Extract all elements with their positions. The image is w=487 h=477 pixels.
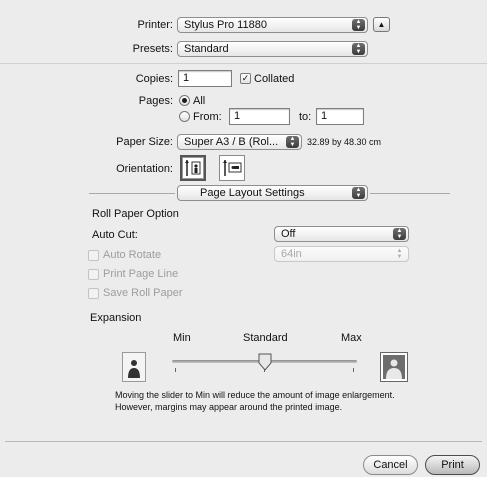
pages-from-label: From: [193, 111, 222, 123]
disclosure-button[interactable]: ▲ [373, 17, 390, 32]
portrait-icon [185, 160, 201, 176]
bottom-separator [5, 441, 482, 442]
pages-to-field[interactable]: 1 [316, 108, 364, 125]
popup-arrows-icon: ▲ ▼ [396, 248, 403, 260]
presets-value: Standard [184, 43, 229, 55]
expansion-slider[interactable] [172, 353, 357, 373]
popup-arrows-icon: ▲ ▼ [352, 187, 365, 199]
auto-rotate-checkbox[interactable] [88, 250, 99, 261]
popup-arrows-icon: ▲ ▼ [352, 19, 365, 31]
orientation-label: Orientation: [116, 163, 173, 175]
cancel-button[interactable]: Cancel [363, 455, 418, 475]
expansion-max-label: Max [341, 332, 362, 344]
pages-all-radio[interactable] [179, 95, 190, 106]
landscape-icon [223, 160, 242, 176]
pages-all-label: All [193, 95, 206, 107]
expansion-title: Expansion [90, 312, 142, 324]
paper-size-label: Paper Size: [116, 136, 173, 148]
print-button[interactable]: Print [425, 455, 480, 475]
slider-knob[interactable] [258, 353, 272, 371]
pages-label: Pages: [138, 95, 173, 107]
paper-size-value: Super A3 / B (Rol... [184, 136, 279, 148]
copies-field[interactable]: 1 [178, 70, 232, 87]
presets-popup[interactable]: Standard ▲ ▼ [177, 41, 368, 57]
landscape-orientation-button[interactable] [219, 155, 245, 181]
paper-size-popup[interactable]: Super A3 / B (Rol... ▲ ▼ [177, 134, 302, 150]
auto-cut-value: Off [281, 228, 296, 240]
popup-arrows-icon: ▲ ▼ [393, 228, 406, 240]
pages-from-radio[interactable] [179, 111, 190, 122]
roll-width-value: 64in [281, 248, 302, 260]
top-separator [0, 63, 487, 64]
paper-size-dimensions: 32.89 by 48.30 cm [307, 137, 382, 147]
print-page-line-label: Print Page Line [103, 268, 179, 280]
expansion-description-1: Moving the slider to Min will reduce the… [115, 390, 395, 400]
popup-arrows-icon: ▲ ▼ [286, 136, 299, 148]
save-roll-paper-checkbox[interactable] [88, 288, 99, 299]
pages-from-field[interactable]: 1 [229, 108, 290, 125]
disclosure-up-icon: ▲ [377, 20, 386, 29]
save-roll-paper-label: Save Roll Paper [103, 287, 183, 299]
printer-popup[interactable]: Stylus Pro 11880 ▲ ▼ [177, 17, 368, 33]
roll-paper-title: Roll Paper Option [92, 208, 179, 220]
printer-value: Stylus Pro 11880 [184, 19, 267, 31]
expansion-min-label: Min [173, 332, 191, 344]
portrait-orientation-button[interactable] [180, 155, 206, 181]
section-line-right [370, 193, 450, 194]
expansion-description-2: However, margins may appear around the p… [115, 402, 343, 412]
presets-label: Presets: [132, 43, 173, 55]
printer-label: Printer: [137, 19, 173, 31]
pages-to-label: to: [299, 111, 312, 123]
auto-cut-popup[interactable]: Off ▲ ▼ [274, 226, 409, 242]
auto-rotate-label: Auto Rotate [103, 249, 162, 261]
popup-arrows-icon: ▲ ▼ [352, 43, 365, 55]
copies-label: Copies: [135, 73, 173, 85]
section-value: Page Layout Settings [200, 187, 305, 199]
collated-checkbox[interactable]: ✓ [240, 73, 251, 84]
print-page-line-checkbox[interactable] [88, 269, 99, 280]
section-line-left [89, 193, 175, 194]
expansion-min-icon [122, 352, 146, 382]
roll-width-popup[interactable]: 64in ▲ ▼ [274, 246, 409, 262]
expansion-standard-label: Standard [243, 332, 288, 344]
auto-cut-label: Auto Cut: [92, 229, 138, 241]
slider-tick-max [353, 368, 354, 372]
collated-label: Collated [254, 73, 295, 85]
section-popup[interactable]: Page Layout Settings ▲ ▼ [177, 185, 368, 201]
slider-tick-min [175, 368, 176, 372]
expansion-max-icon [380, 352, 408, 382]
